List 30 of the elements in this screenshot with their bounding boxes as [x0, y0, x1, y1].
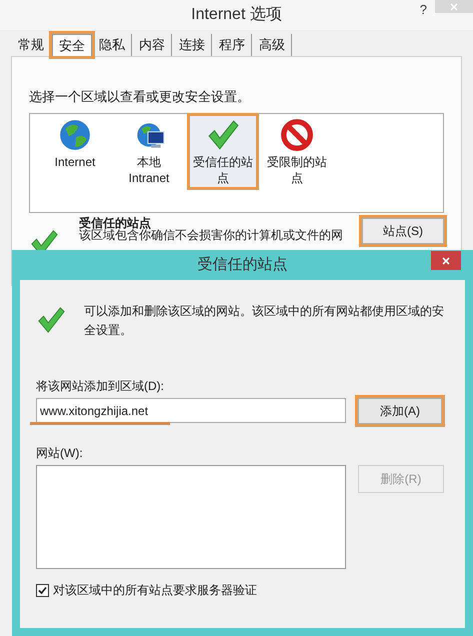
help-button[interactable]: ? [420, 0, 427, 20]
zone-item[interactable]: Internet [42, 116, 108, 170]
zone-item[interactable]: 本地 Intranet [116, 116, 182, 186]
sites-list[interactable] [36, 465, 346, 569]
close-icon [450, 2, 458, 10]
globe-icon [58, 118, 92, 152]
zone-label: 本地 Intranet [128, 154, 170, 186]
field-label: 将该网站添加到区域(D): [36, 378, 165, 395]
zone-item[interactable]: 受信任的站点 [190, 116, 256, 186]
checkbox-label: 对该区域中的所有站点要求服务器验证 [53, 582, 257, 599]
prompt-text: 选择一个区域以查看或更改安全设置。 [29, 88, 251, 106]
zone-description: 该区域包含你确信不会损害你的计算机或文件的网 [79, 228, 344, 242]
close-icon [442, 256, 450, 264]
tab[interactable]: 安全 [52, 34, 92, 56]
window-title: Internet 选项 [191, 4, 282, 25]
checkmark-icon [206, 118, 240, 152]
zone-title: 受信任的站点 [79, 216, 152, 230]
url-field[interactable]: www.xitongzhijia.net [36, 398, 346, 423]
zone-label: Internet [54, 154, 96, 170]
dialog-title: 受信任的站点 [198, 254, 288, 275]
zone-item[interactable]: 受限制的站点 [264, 116, 330, 186]
field-label: 网站(W): [36, 445, 84, 462]
prohibited-icon [280, 118, 314, 152]
zone-label: 受信任的站点 [192, 154, 254, 186]
close-button[interactable] [431, 251, 461, 270]
zone-label: 受限制的站点 [266, 154, 328, 186]
checkmark-icon [36, 305, 66, 335]
info-text: 可以添加和删除该区域的网站。该区域中的所有网站都使用区域的安全设置。 [84, 303, 445, 339]
checkbox[interactable] [36, 584, 49, 596]
add-button[interactable]: 添加(A) [358, 398, 442, 424]
